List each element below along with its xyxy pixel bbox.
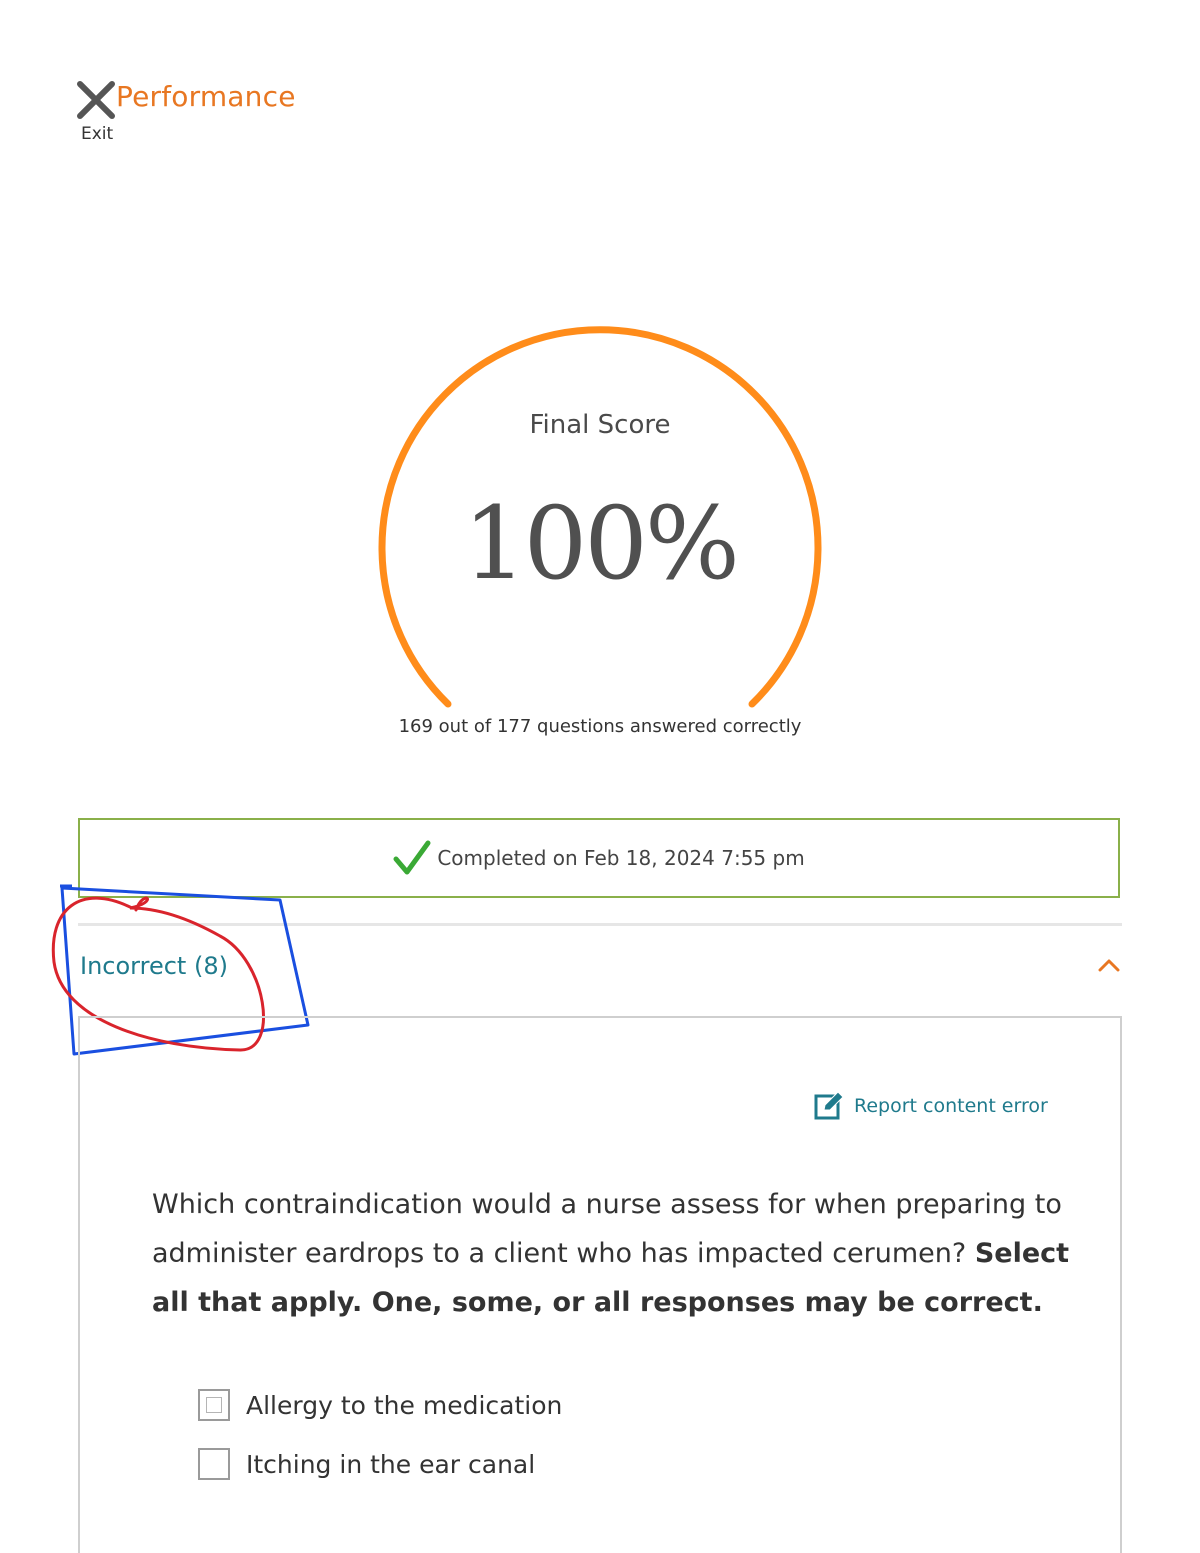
checkmark-icon (393, 840, 431, 875)
answer-option[interactable]: Itching in the ear canal (198, 1444, 535, 1484)
report-content-error-label: Report content error (854, 1095, 1048, 1117)
answer-checkbox[interactable] (198, 1389, 230, 1421)
question-text: Which contraindication would a nurse ass… (152, 1180, 1072, 1327)
question-stem: Which contraindication would a nurse ass… (152, 1189, 1062, 1269)
close-icon (77, 81, 115, 119)
page-header: Exit Performance (74, 78, 474, 148)
answer-option-label: Allergy to the medication (246, 1390, 563, 1420)
report-content-error-link[interactable]: Report content error (814, 1090, 1048, 1122)
completion-banner: Completed on Feb 18, 2024 7:55 pm (78, 818, 1120, 898)
question-panel: Report content error Which contraindicat… (78, 1016, 1122, 1553)
answer-checkbox[interactable] (198, 1448, 230, 1480)
final-score-gauge: Final Score 100% 169 out of 177 question… (378, 326, 822, 746)
score-title: Final Score (529, 410, 671, 440)
answer-option-label: Itching in the ear canal (246, 1449, 536, 1479)
exit-button[interactable]: Exit (74, 78, 118, 144)
incorrect-section-title: Incorrect (8) (80, 952, 228, 980)
completion-text: Completed on Feb 18, 2024 7:55 pm (437, 846, 805, 870)
page-title: Performance (116, 80, 296, 113)
incorrect-section-toggle[interactable]: Incorrect (8) (78, 944, 1122, 992)
divider (78, 923, 1122, 926)
score-value: 100% (463, 485, 740, 602)
answer-option[interactable]: Allergy to the medication (198, 1385, 562, 1425)
edit-icon (814, 1091, 844, 1120)
chevron-up-icon (1098, 959, 1120, 972)
score-summary: 169 out of 177 questions answered correc… (398, 716, 802, 737)
exit-label: Exit (81, 124, 114, 144)
